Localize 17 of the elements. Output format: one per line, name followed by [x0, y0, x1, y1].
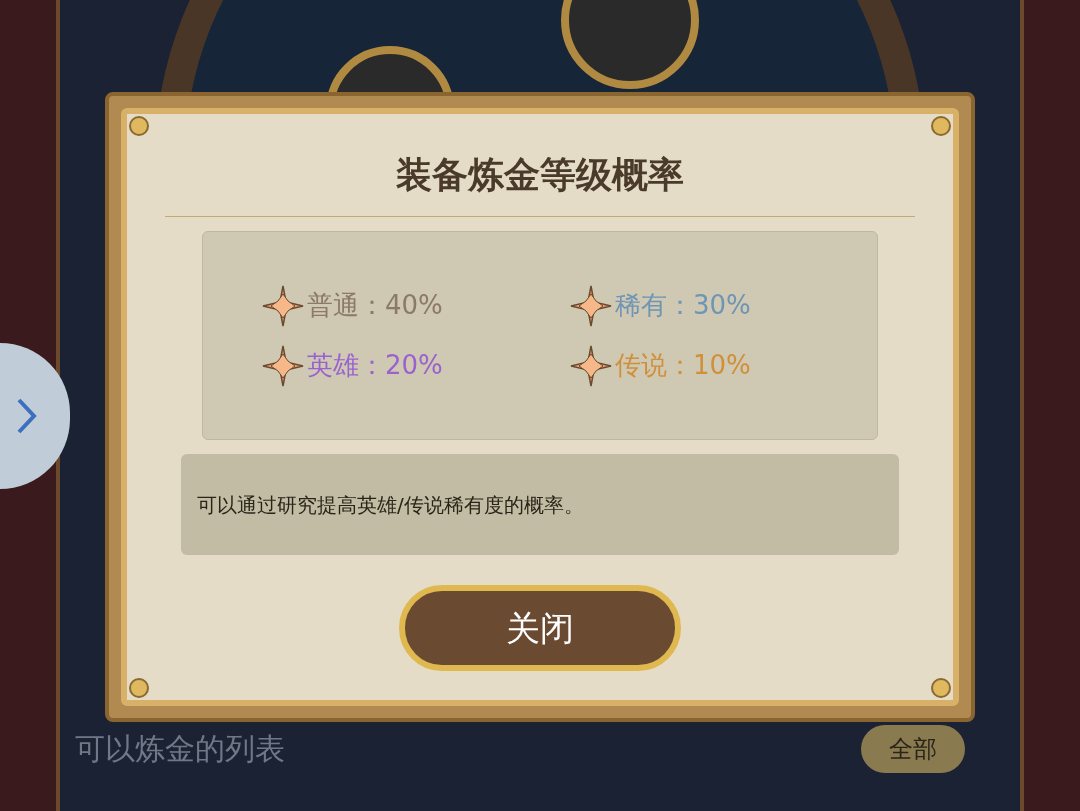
close-button[interactable]: 关闭: [399, 585, 681, 671]
rivet-icon: [931, 116, 951, 136]
rarity-rate: 普通：40%: [307, 289, 443, 322]
star-icon: [261, 283, 305, 328]
filter-button[interactable]: 全部: [861, 725, 965, 773]
rarity-rate: 稀有：30%: [615, 289, 751, 322]
note-text: 可以通过研究提高英雄/传说稀有度的概率。: [197, 491, 584, 519]
star-icon: [569, 343, 613, 388]
rarity-rate: 英雄：20%: [307, 349, 443, 382]
rivet-icon: [931, 678, 951, 698]
star-icon: [261, 343, 305, 388]
dialog-title: 装备炼金等级概率: [396, 153, 684, 197]
star-icon: [569, 283, 613, 328]
list-title: 可以炼金的列表: [75, 731, 285, 767]
rivet-icon: [129, 678, 149, 698]
rarity-rate: 传说：10%: [615, 349, 751, 382]
rivet-icon: [129, 116, 149, 136]
